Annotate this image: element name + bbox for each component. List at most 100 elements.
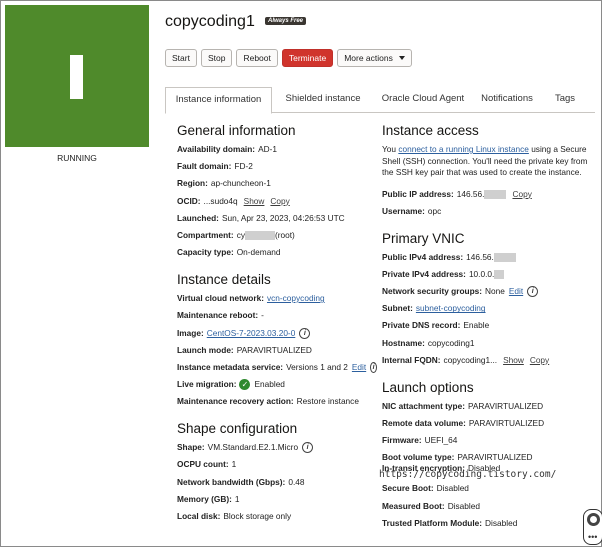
info-icon[interactable]: i xyxy=(302,442,314,454)
nsg-edit-link[interactable]: Edit xyxy=(509,286,523,297)
launched-row: Launched: Sun, Apr 23, 2023, 04:26:53 UTC xyxy=(177,213,377,224)
tab-shielded-instance[interactable]: Shielded instance xyxy=(273,87,373,113)
network-bandwidth-row: Network bandwidth (Gbps): 0.48 xyxy=(177,477,377,488)
field-label: Private IPv4 address: xyxy=(382,268,466,279)
ocid-copy-link[interactable]: Copy xyxy=(270,196,289,207)
vcn-row: Virtual cloud network: vcn-copycoding xyxy=(177,293,377,304)
tab-tags[interactable]: Tags xyxy=(545,87,585,113)
field-value: Sun, Apr 23, 2023, 04:26:53 UTC xyxy=(221,212,345,223)
internal-fqdn-row: Internal FQDN: copycoding1... Show Copy xyxy=(382,355,594,366)
field-value: Enable xyxy=(463,320,490,331)
tab-oracle-cloud-agent[interactable]: Oracle Cloud Agent xyxy=(373,87,473,113)
field-label: Availability domain: xyxy=(177,144,256,154)
field-label: Network bandwidth (Gbps): xyxy=(177,476,286,487)
redacted-block xyxy=(245,230,275,240)
fqdn-copy-link[interactable]: Copy xyxy=(530,355,549,366)
field-label: OCID: xyxy=(177,195,201,206)
field-label: Secure Boot: xyxy=(382,483,434,494)
field-value: 1 xyxy=(234,493,240,504)
more-dots-icon: ••• xyxy=(588,532,598,542)
tab-instance-information[interactable]: Instance information xyxy=(165,87,272,114)
memory-row: Memory (GB): 1 xyxy=(177,494,377,505)
field-label: Launch mode: xyxy=(177,344,234,355)
start-button[interactable]: Start xyxy=(165,49,197,67)
info-icon[interactable]: i xyxy=(299,327,311,339)
field-label: Live migration: xyxy=(177,379,237,390)
field-value: VM.Standard.E2.1.Micro xyxy=(207,442,299,453)
field-value: copycoding1 xyxy=(427,337,475,348)
private-ipv4-row: Private IPv4 address: 10.0.0. xyxy=(382,269,594,280)
remote-data-volume-row: Remote data volume: PARAVIRTUALIZED xyxy=(382,418,594,429)
local-disk-row: Local disk: Block storage only xyxy=(177,511,377,522)
subnet-link[interactable]: subnet-copycoding xyxy=(416,303,486,314)
redacted-block xyxy=(493,252,516,262)
field-label: Compartment: xyxy=(177,229,234,240)
tab-bar: Instance information Shielded instance O… xyxy=(165,87,595,114)
ocpu-count-row: OCPU count: 1 xyxy=(177,459,377,470)
image-row: Image: CentOS-7-2023.03.20-0 i xyxy=(177,327,377,339)
field-label: Image: xyxy=(177,327,204,338)
field-label: Trusted Platform Module: xyxy=(382,517,483,528)
field-label: Subnet: xyxy=(382,303,413,314)
tab-notifications[interactable]: Notifications xyxy=(473,87,541,113)
field-label: Hostname: xyxy=(382,337,425,348)
ocid-show-link[interactable]: Show xyxy=(244,196,265,207)
username-row: Username: opc xyxy=(382,206,594,217)
shape-configuration-heading: Shape configuration xyxy=(177,421,298,437)
fqdn-show-link[interactable]: Show xyxy=(503,355,524,366)
connect-linux-link[interactable]: connect to a running Linux instance xyxy=(398,144,529,154)
field-label: Measured Boot: xyxy=(382,500,445,511)
public-ip-copy-link[interactable]: Copy xyxy=(512,189,531,200)
more-actions-button[interactable]: More actions xyxy=(337,49,412,67)
nic-attachment-row: NIC attachment type: PARAVIRTUALIZED xyxy=(382,401,594,412)
metadata-service-row: Instance metadata service: Versions 1 and… xyxy=(177,361,377,373)
vcn-link[interactable]: vcn-copycoding xyxy=(267,293,325,304)
launch-mode-row: Launch mode: PARAVIRTUALIZED xyxy=(177,345,377,356)
redacted-block xyxy=(494,269,505,279)
field-value: Restore instance xyxy=(296,396,359,407)
primary-vnic-heading: Primary VNIC xyxy=(382,230,465,246)
terminate-button[interactable]: Terminate xyxy=(281,49,334,67)
always-free-badge: Always Free xyxy=(265,17,307,25)
stop-button[interactable]: Stop xyxy=(200,49,233,67)
field-value: 146.56. xyxy=(456,188,485,199)
para-text: You xyxy=(382,144,397,154)
region-row: Region: ap-chuncheon-1 xyxy=(177,178,377,189)
field-label: Private DNS record: xyxy=(382,320,461,331)
public-ipv4-row: Public IPv4 address: 146.56. xyxy=(382,252,594,263)
field-label: Public IPv4 address: xyxy=(382,251,464,262)
image-link[interactable]: CentOS-7-2023.03.20-0 xyxy=(207,328,296,339)
info-icon[interactable]: i xyxy=(527,286,539,298)
ocid-row: OCID: ...sudo4q Show Copy xyxy=(177,196,377,207)
firmware-row: Firmware: UEFI_64 xyxy=(382,435,594,446)
hostname-row: Hostname: copycoding1 xyxy=(382,338,594,349)
ssh-instructions: You connect to a running Linux instance … xyxy=(382,144,594,179)
field-label: Capacity type: xyxy=(177,247,234,258)
field-label: Remote data volume: xyxy=(382,418,466,428)
blog-watermark: https://copycoding.tistory.com/ xyxy=(379,469,557,480)
metadata-edit-link[interactable]: Edit xyxy=(352,362,366,373)
nsg-row: Network security groups: None Edit i xyxy=(382,286,594,298)
field-value: copycoding1... xyxy=(443,354,498,365)
live-migration-row: Live migration: ✓ Enabled xyxy=(177,379,377,391)
tpm-row: Trusted Platform Module: Disabled xyxy=(382,518,594,529)
compartment-row: Compartment: cy (root) xyxy=(177,230,377,241)
info-icon[interactable]: i xyxy=(370,361,377,373)
maintenance-recovery-row: Maintenance recovery action: Restore inst… xyxy=(177,396,377,407)
field-label: Virtual cloud network: xyxy=(177,293,264,304)
public-ip-row: Public IP address: 146.56. Copy xyxy=(382,189,594,200)
field-label: Boot volume type: xyxy=(382,452,455,463)
field-value: PARAVIRTUALIZED xyxy=(236,344,312,355)
field-label: Firmware: xyxy=(382,435,422,446)
field-label: Memory (GB): xyxy=(177,493,232,504)
help-widget-button[interactable]: ••• xyxy=(583,509,602,545)
shape-row: Shape: VM.Standard.E2.1.Micro i xyxy=(177,442,377,454)
maintenance-reboot-row: Maintenance reboot: - xyxy=(177,310,377,321)
field-value: ap-chuncheon-1 xyxy=(210,178,271,189)
field-value: Enabled xyxy=(254,379,285,390)
left-column: General information Availability domain:… xyxy=(177,123,377,528)
availability-domain-row: Availability domain: AD-1 xyxy=(177,144,377,155)
reboot-button[interactable]: Reboot xyxy=(236,49,278,67)
field-value: Block storage only xyxy=(223,511,292,521)
instance-access-heading: Instance access xyxy=(382,123,479,138)
